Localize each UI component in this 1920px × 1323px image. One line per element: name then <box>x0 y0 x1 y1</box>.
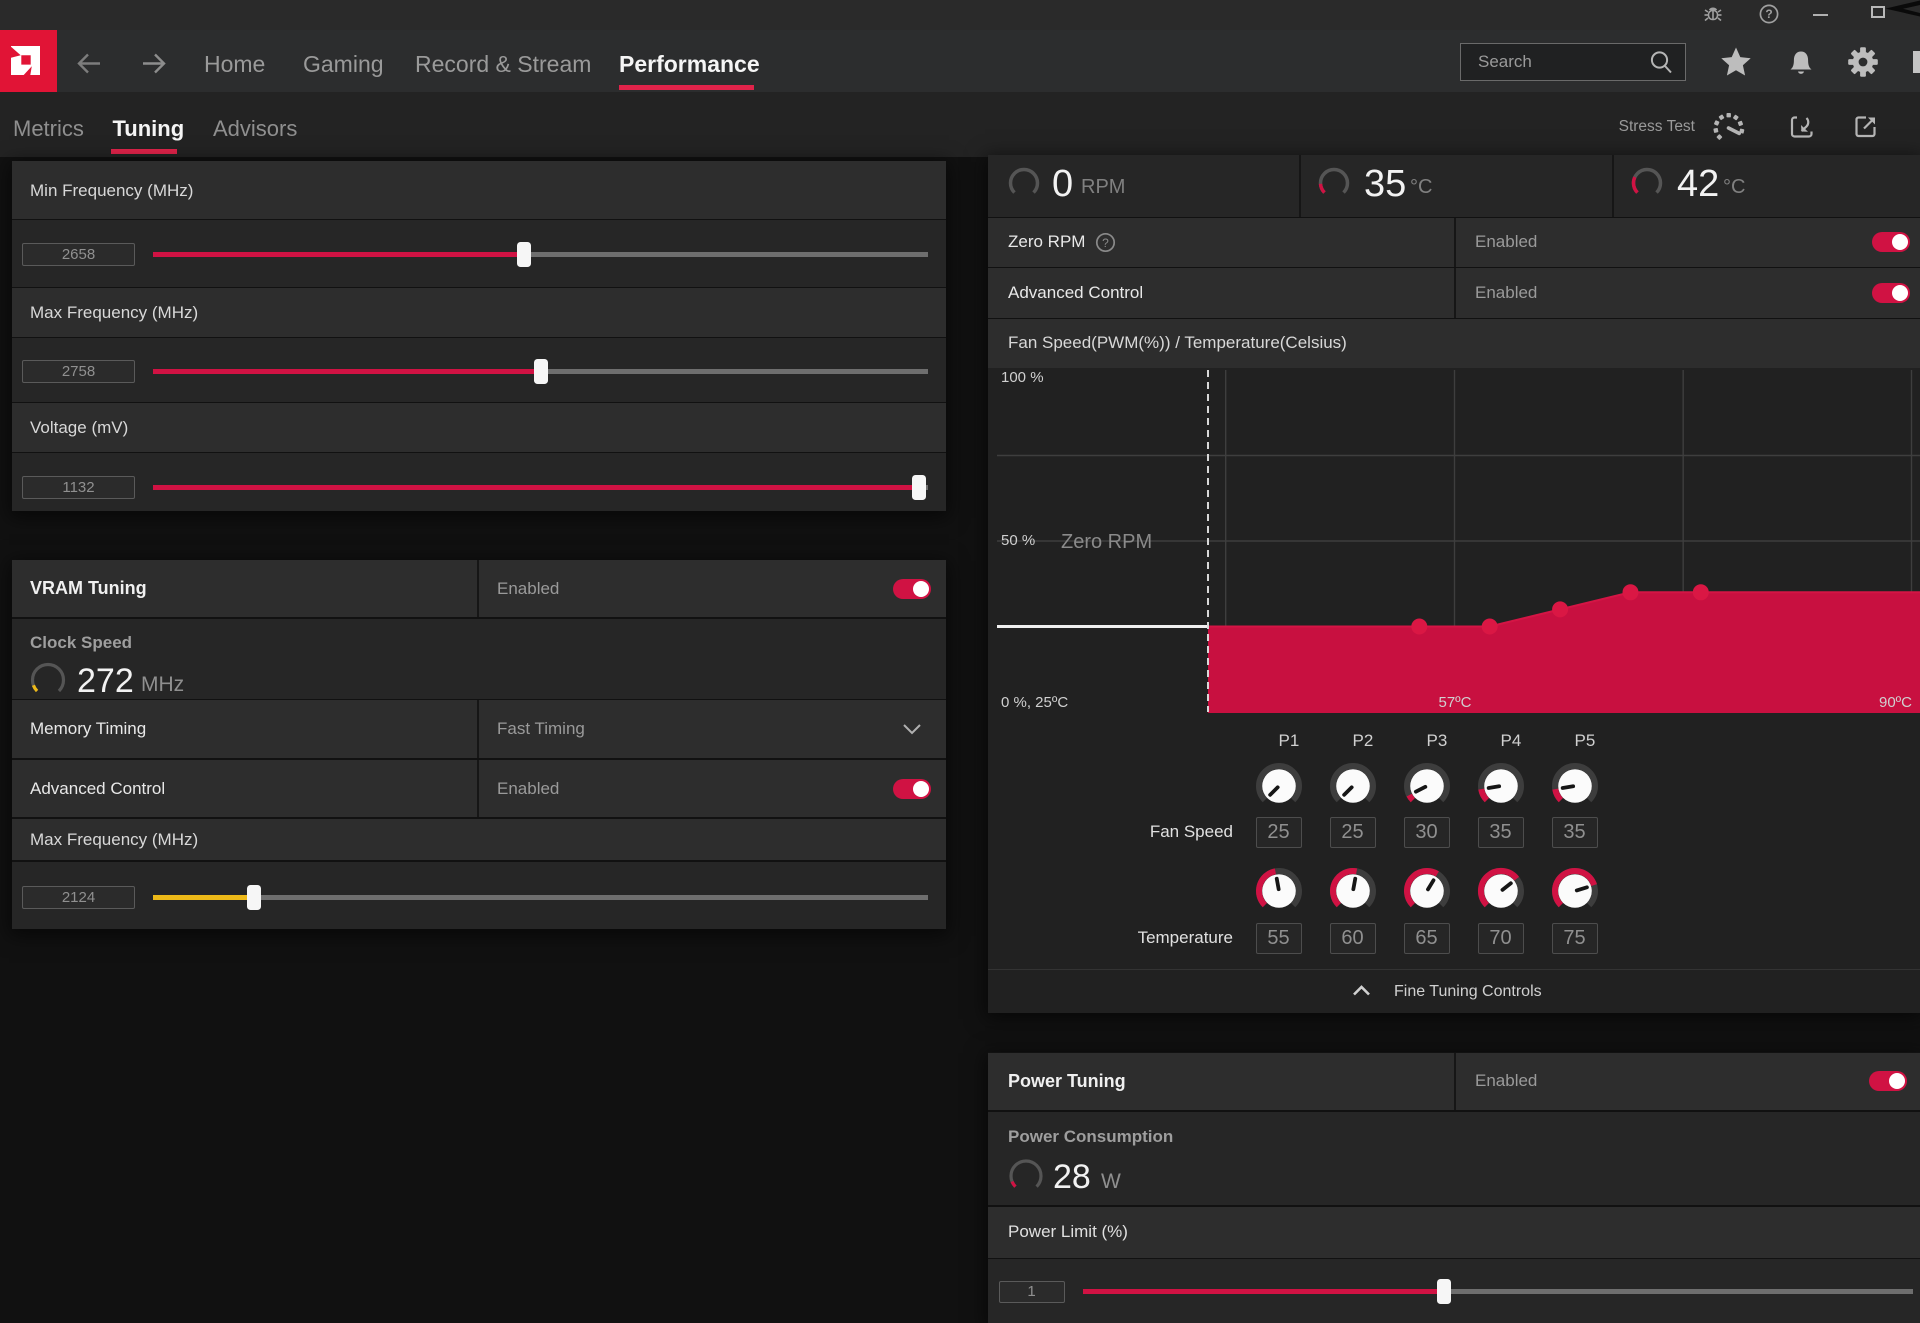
svg-text:?: ? <box>1765 7 1772 21</box>
svg-text:?: ? <box>1102 236 1109 250</box>
